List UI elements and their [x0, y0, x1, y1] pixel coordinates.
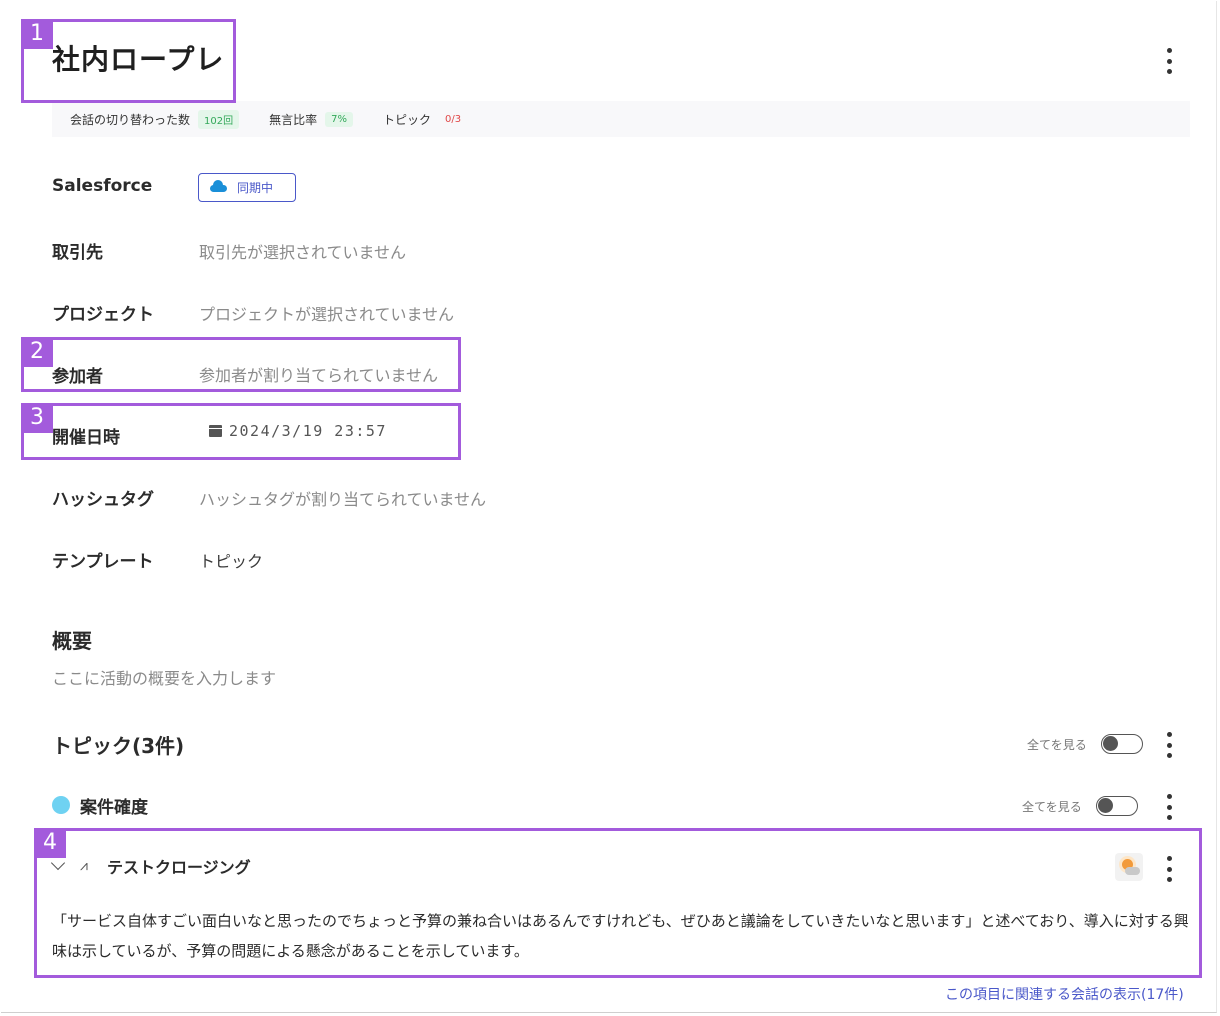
account-value[interactable]: 取引先が選択されていません: [199, 239, 406, 263]
page-more-menu-icon[interactable]: [1164, 48, 1174, 74]
salesforce-sync-badge[interactable]: 同期中: [198, 173, 296, 202]
topics-heading: トピック(3件): [52, 734, 185, 758]
callout-number: 4: [34, 828, 66, 858]
stat-label: 会話の切り替わった数: [70, 112, 191, 127]
template-label: テンプレート: [52, 552, 154, 572]
show-all-label: 全てを見る: [1027, 737, 1087, 752]
hashtag-value[interactable]: ハッシュタグが割り当てられていません: [199, 486, 486, 510]
stat-label: 無言比率: [269, 112, 318, 127]
project-value[interactable]: プロジェクトが選択されていません: [199, 301, 454, 325]
template-value[interactable]: トピック: [199, 548, 263, 572]
topics-show-all-toggle[interactable]: [1100, 734, 1143, 754]
callout-box: 3: [21, 403, 461, 460]
summary-heading: 概要: [52, 629, 92, 653]
group-show-all-toggle[interactable]: [1095, 796, 1138, 816]
topics-show-all-row: 全てを見る: [1027, 734, 1143, 754]
callout-box: 1: [21, 19, 236, 103]
topic-group-name: 案件確度: [80, 798, 148, 818]
show-all-label: 全てを見る: [1022, 799, 1082, 814]
group-more-menu-icon[interactable]: [1164, 794, 1174, 820]
topic-color-dot: [52, 796, 70, 814]
hashtag-label: ハッシュタグ: [52, 490, 154, 510]
stat-value: 0/3: [445, 113, 462, 125]
account-label: 取引先: [52, 243, 103, 263]
toggle-knob: [1102, 736, 1118, 751]
summary-input[interactable]: ここに活動の概要を入力します: [52, 665, 276, 689]
related-conversations-link[interactable]: この項目に関連する会話の表示(17件): [945, 984, 1184, 1004]
project-label: プロジェクト: [52, 305, 154, 325]
stat-topic: トピック 0/3: [383, 111, 467, 128]
stat-silence-ratio: 無言比率 7%: [269, 111, 353, 128]
callout-number: 3: [21, 403, 53, 433]
stat-value: 7%: [325, 111, 353, 127]
cloud-icon: [210, 179, 227, 193]
stat-turn-count: 会話の切り替わった数 102回: [70, 109, 240, 129]
stat-label: トピック: [383, 112, 432, 127]
group-show-all-row: 全てを見る: [1022, 796, 1138, 816]
salesforce-label: Salesforce: [52, 176, 153, 196]
topics-more-menu-icon[interactable]: [1164, 732, 1174, 758]
toggle-knob: [1097, 798, 1113, 813]
callout-box: 2: [21, 337, 461, 392]
callout-box: 4: [34, 828, 1202, 978]
stats-bar: 会話の切り替わった数 102回 無言比率 7% トピック 0/3: [52, 101, 1190, 137]
callout-number: 2: [21, 337, 53, 367]
sync-status-text: 同期中: [237, 181, 274, 195]
callout-number: 1: [21, 19, 53, 49]
stat-value: 102回: [198, 109, 240, 129]
